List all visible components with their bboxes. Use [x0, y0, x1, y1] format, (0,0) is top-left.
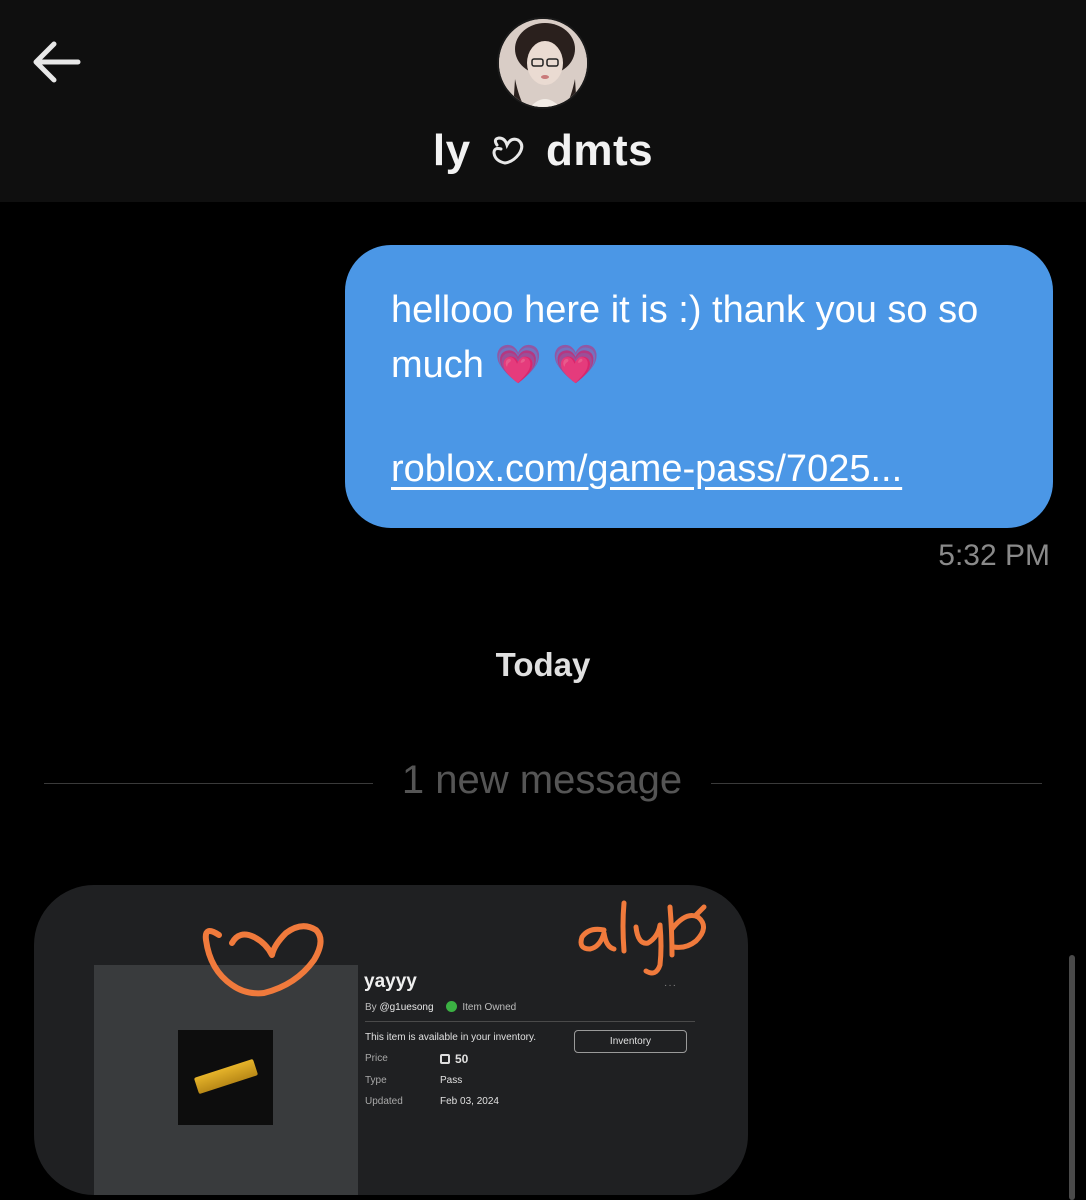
- item-thumbnail-panel: [94, 965, 358, 1195]
- check-circle-icon: [446, 1001, 458, 1012]
- date-separator: Today: [495, 646, 591, 683]
- pass-ticket-icon: [193, 1058, 259, 1095]
- arrow-left-icon: [33, 41, 81, 83]
- owned-label: Item Owned: [462, 1002, 517, 1013]
- robux-icon: [440, 1054, 450, 1064]
- outgoing-message-bubble[interactable]: hellooo here it is :) thank you so so mu…: [345, 245, 1053, 528]
- price-value: 50: [440, 1052, 468, 1066]
- price-amount: 50: [455, 1052, 469, 1066]
- title-right: dmts: [546, 126, 654, 175]
- avatar[interactable]: [497, 17, 589, 109]
- scrollbar[interactable]: [1069, 955, 1075, 1200]
- more-options-icon: ···: [664, 980, 677, 991]
- type-value: Pass: [440, 1075, 463, 1086]
- image-message[interactable]: yayyy By @g1uesong Item Owned This item …: [34, 885, 748, 1195]
- availability-text: This item is available in your inventory…: [365, 1032, 536, 1043]
- new-message-label: 1 new message: [401, 758, 683, 802]
- inventory-button: Inventory: [574, 1030, 687, 1053]
- by-label: By: [365, 1002, 377, 1013]
- divider-right: [711, 783, 1042, 784]
- title-left: ly: [432, 126, 471, 175]
- chat-header: ly dmts: [0, 0, 1086, 202]
- type-label: Type: [365, 1075, 387, 1086]
- message-link[interactable]: roblox.com/game-pass/7025...: [391, 448, 1007, 491]
- updated-label: Updated: [365, 1096, 403, 1107]
- price-label: Price: [365, 1053, 388, 1064]
- creator-line: By @g1uesong Item Owned: [365, 1001, 516, 1013]
- profile-photo: [499, 19, 587, 107]
- item-name: yayyy: [364, 971, 417, 992]
- item-thumbnail: [178, 1030, 273, 1125]
- message-text: hellooo here it is :) thank you so so mu…: [391, 289, 979, 386]
- drawn-signature-scribble: [578, 900, 707, 976]
- updated-value: Feb 03, 2024: [440, 1096, 499, 1107]
- heart-outline-icon: [492, 136, 524, 165]
- creator-name: @g1uesong: [379, 1002, 434, 1013]
- divider-left: [44, 783, 373, 784]
- chat-title[interactable]: ly dmts: [0, 126, 1086, 176]
- back-button[interactable]: [28, 36, 88, 88]
- info-divider: [365, 1021, 695, 1022]
- message-timestamp: 5:32 PM: [938, 539, 1050, 572]
